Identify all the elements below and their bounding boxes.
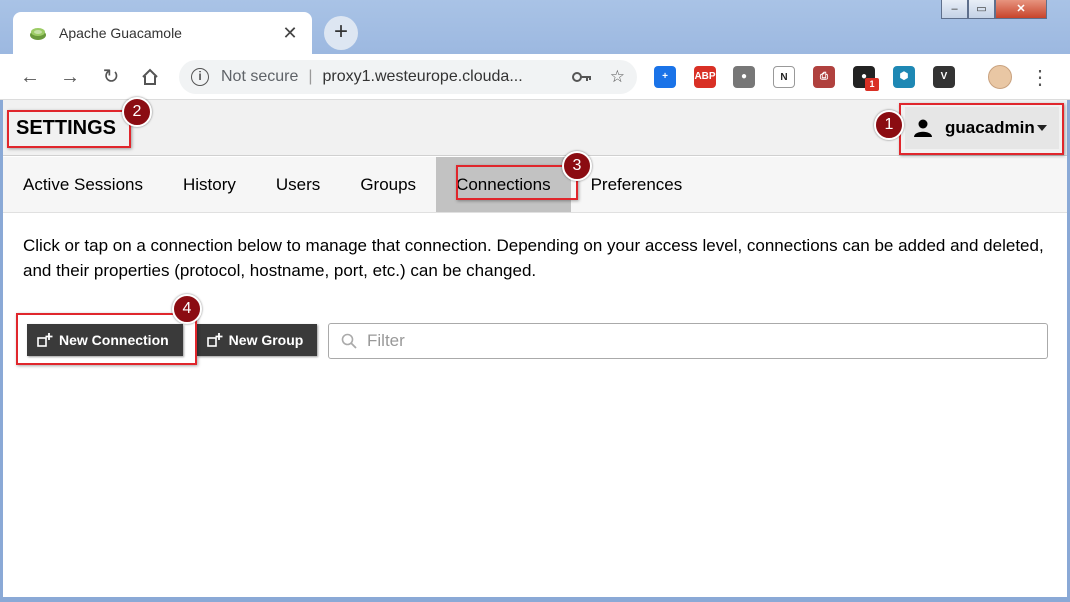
guacamole-favicon-icon bbox=[30, 28, 46, 40]
maximize-button[interactable]: ▭ bbox=[968, 0, 995, 19]
plus-extension-icon[interactable]: + bbox=[654, 66, 676, 88]
key-icon[interactable] bbox=[571, 71, 592, 83]
forward-arrow-icon[interactable]: → bbox=[56, 63, 84, 91]
tab-connections[interactable]: Connections bbox=[436, 157, 571, 212]
username: guacadmin bbox=[945, 118, 1035, 137]
back-arrow-icon[interactable]: ← bbox=[16, 63, 44, 91]
chevron-down-icon bbox=[1037, 125, 1047, 131]
tab-active-sessions[interactable]: Active Sessions bbox=[3, 157, 163, 212]
callout-marker-4: 4 bbox=[172, 294, 202, 324]
extension-badge: 1 bbox=[865, 78, 879, 91]
filter-input[interactable] bbox=[367, 331, 1027, 351]
reload-icon[interactable]: ↻ bbox=[97, 63, 125, 91]
info-icon[interactable]: i bbox=[191, 68, 209, 86]
browser-tab[interactable]: Apache Guacamole ✕ bbox=[13, 12, 312, 54]
tab-close-icon[interactable]: ✕ bbox=[280, 23, 300, 44]
adblock-plus-icon[interactable]: ABP bbox=[694, 66, 716, 88]
address-separator: | bbox=[308, 68, 313, 85]
add-connection-icon bbox=[37, 333, 53, 347]
connections-description: Click or tap on a connection below to ma… bbox=[23, 236, 1044, 280]
filter-box[interactable] bbox=[328, 323, 1048, 359]
add-group-icon bbox=[206, 333, 223, 347]
minimize-button[interactable]: – bbox=[941, 0, 968, 19]
new-group-label: New Group bbox=[228, 332, 304, 348]
security-label: Not secure bbox=[221, 68, 299, 85]
home-icon[interactable] bbox=[136, 63, 164, 91]
hex-extension-icon[interactable]: ⬢ bbox=[893, 66, 915, 88]
new-connection-label: New Connection bbox=[59, 332, 169, 348]
page-header: SETTINGS guacadmin bbox=[3, 100, 1067, 156]
guacamole-page: SETTINGS guacadmin Active Sessions Histor… bbox=[3, 100, 1067, 597]
window-controls: – ▭ ✕ bbox=[941, 0, 1047, 20]
settings-tabs: Active Sessions History Users Groups Connect… bbox=[3, 157, 1067, 213]
user-menu[interactable]: guacadmin bbox=[905, 107, 1059, 149]
menu-dots-icon[interactable]: ⋮ bbox=[1030, 65, 1050, 90]
url-text[interactable]: proxy1.westeurope.clouda... bbox=[323, 68, 554, 86]
pdf-extension-icon[interactable]: ⎙ bbox=[813, 66, 835, 88]
tab-history[interactable]: History bbox=[163, 157, 256, 212]
browser-toolbar: ← → ↻ i Not secure | proxy1.westeurope.c… bbox=[0, 54, 1070, 100]
tab-users[interactable]: Users bbox=[256, 157, 340, 212]
page-title: SETTINGS bbox=[16, 117, 117, 139]
bookmark-star-icon[interactable]: ☆ bbox=[610, 67, 625, 87]
address-bar[interactable]: i Not secure | proxy1.westeurope.clouda.… bbox=[179, 60, 637, 94]
profile-avatar[interactable] bbox=[988, 65, 1012, 89]
chat-extension-icon[interactable]: ● 1 bbox=[853, 66, 879, 91]
new-connection-button[interactable]: New Connection bbox=[27, 324, 183, 356]
callout-marker-1: 1 bbox=[874, 110, 904, 140]
connection-actions: New Connection New Group bbox=[27, 324, 318, 356]
search-icon bbox=[341, 333, 357, 349]
new-tab-button[interactable]: + bbox=[324, 16, 358, 50]
vc-extension-icon[interactable]: V bbox=[933, 66, 955, 88]
n-extension-icon[interactable]: N bbox=[773, 66, 795, 88]
new-group-button[interactable]: New Group bbox=[196, 324, 318, 356]
tab-groups[interactable]: Groups bbox=[340, 157, 436, 212]
window-bottom-border bbox=[0, 597, 1070, 602]
user-icon bbox=[914, 119, 932, 137]
callout-marker-2: 2 bbox=[122, 97, 152, 127]
orb-extension-icon[interactable]: ● bbox=[733, 66, 755, 88]
callout-marker-3: 3 bbox=[562, 151, 592, 181]
browser-titlebar: Apache Guacamole ✕ + – ▭ ✕ bbox=[0, 0, 1070, 54]
close-window-button[interactable]: ✕ bbox=[995, 0, 1047, 19]
tab-title: Apache Guacamole bbox=[59, 25, 182, 41]
